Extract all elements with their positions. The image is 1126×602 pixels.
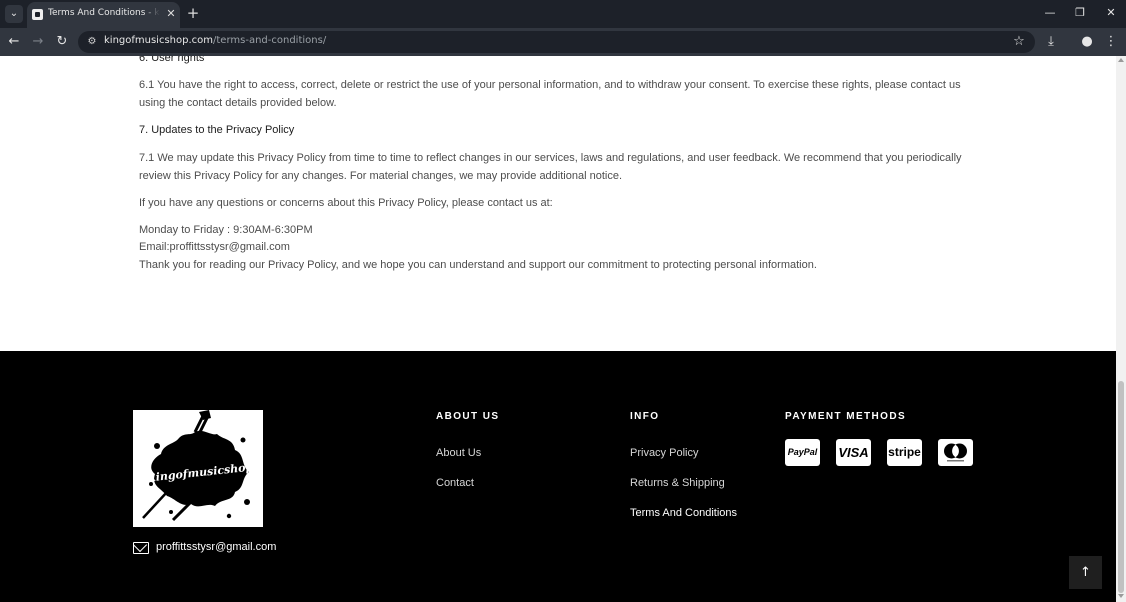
close-icon[interactable]: ✕	[164, 7, 178, 21]
download-icon[interactable]: ⤓	[1042, 33, 1060, 51]
chevron-down-icon[interactable]: ⌄	[5, 5, 23, 23]
scrollbar-thumb[interactable]	[1118, 381, 1124, 593]
paragraph-7-1: 7.1 We may update this Privacy Policy fr…	[139, 152, 962, 182]
logo[interactable]: kingofmusicshop	[133, 410, 263, 527]
mail-icon	[133, 542, 149, 554]
info-heading: INFO	[630, 411, 660, 422]
restore-icon[interactable]: ❐	[1070, 4, 1090, 22]
contact-intro: If you have any questions or concerns ab…	[139, 197, 553, 209]
arrow-left-icon[interactable]: ←	[5, 33, 23, 51]
footer-link-contact[interactable]: Contact	[436, 477, 474, 489]
section-heading: 6. User rights	[139, 56, 205, 64]
paragraph-6-1: 6.1 You have the right to access, correc…	[139, 79, 961, 109]
about-heading: ABOUT US	[436, 411, 500, 422]
footer-link-privacy-policy[interactable]: Privacy Policy	[630, 447, 698, 459]
scroll-down-icon[interactable]	[1118, 594, 1124, 598]
visa-icon: VISA	[836, 439, 871, 466]
address-bar[interactable]: ⚙ kingofmusicshop.com/terms-and-conditio…	[78, 31, 1035, 53]
footer-link-about-us[interactable]: About Us	[436, 447, 481, 459]
business-hours: Monday to Friday : 9:30AM-6:30PM	[139, 224, 313, 236]
url-host: kingofmusicshop.com	[104, 35, 214, 46]
paypal-icon: PayPal	[785, 439, 820, 466]
window-close-icon[interactable]: ✕	[1101, 4, 1121, 22]
url-path: /terms-and-conditions/	[213, 35, 327, 46]
profile-icon[interactable]: ●	[1078, 33, 1096, 51]
star-icon[interactable]: ☆	[1011, 34, 1027, 50]
closing-note: Thank you for reading our Privacy Policy…	[139, 259, 817, 271]
favicon-icon	[32, 9, 43, 20]
mastercard-logo	[944, 443, 967, 462]
tab-strip: ⌄ Terms And Conditions - kingofmusicshop…	[0, 0, 1126, 28]
more-vert-icon[interactable]: ⋮	[1102, 33, 1120, 51]
mastercard-icon	[938, 439, 973, 466]
reload-icon[interactable]: ↻	[53, 33, 71, 51]
tab-title: Terms And Conditions - kingofmusicshop	[48, 8, 160, 18]
stripe-icon: stripe	[887, 439, 922, 466]
page-viewport: 6. User rights 6.1 You have the right to…	[0, 56, 1116, 602]
payment-heading: PAYMENT METHODS	[785, 411, 907, 422]
footer-link-returns-shipping[interactable]: Returns & Shipping	[630, 477, 725, 489]
browser-tab[interactable]: Terms And Conditions - kingofmusicshop ✕	[27, 2, 180, 28]
minimize-icon[interactable]: —	[1040, 4, 1060, 22]
contact-email: Email:proffittsstysr@gmail.com	[139, 241, 290, 253]
section-heading: 7. Updates to the Privacy Policy	[139, 124, 295, 136]
arrow-right-icon[interactable]: →	[29, 33, 47, 51]
scrollbar[interactable]	[1116, 56, 1126, 602]
logo-image: kingofmusicshop	[142, 410, 254, 522]
tune-icon[interactable]: ⚙	[85, 35, 99, 49]
scroll-up-icon[interactable]	[1118, 58, 1124, 62]
browser-toolbar: ← → ↻ ⚙ kingofmusicshop.com/terms-and-co…	[0, 28, 1126, 56]
footer-link-terms-conditions[interactable]: Terms And Conditions	[630, 507, 737, 519]
site-footer: kingofmusicshop proffittsstysr@gmail.com…	[0, 351, 1116, 602]
plus-icon[interactable]: +	[185, 5, 201, 21]
footer-email[interactable]: proffittsstysr@gmail.com	[156, 541, 276, 553]
url-text[interactable]: kingofmusicshop.com/terms-and-conditions…	[104, 35, 326, 46]
arrow-up-icon[interactable]: ↑	[1069, 556, 1102, 589]
